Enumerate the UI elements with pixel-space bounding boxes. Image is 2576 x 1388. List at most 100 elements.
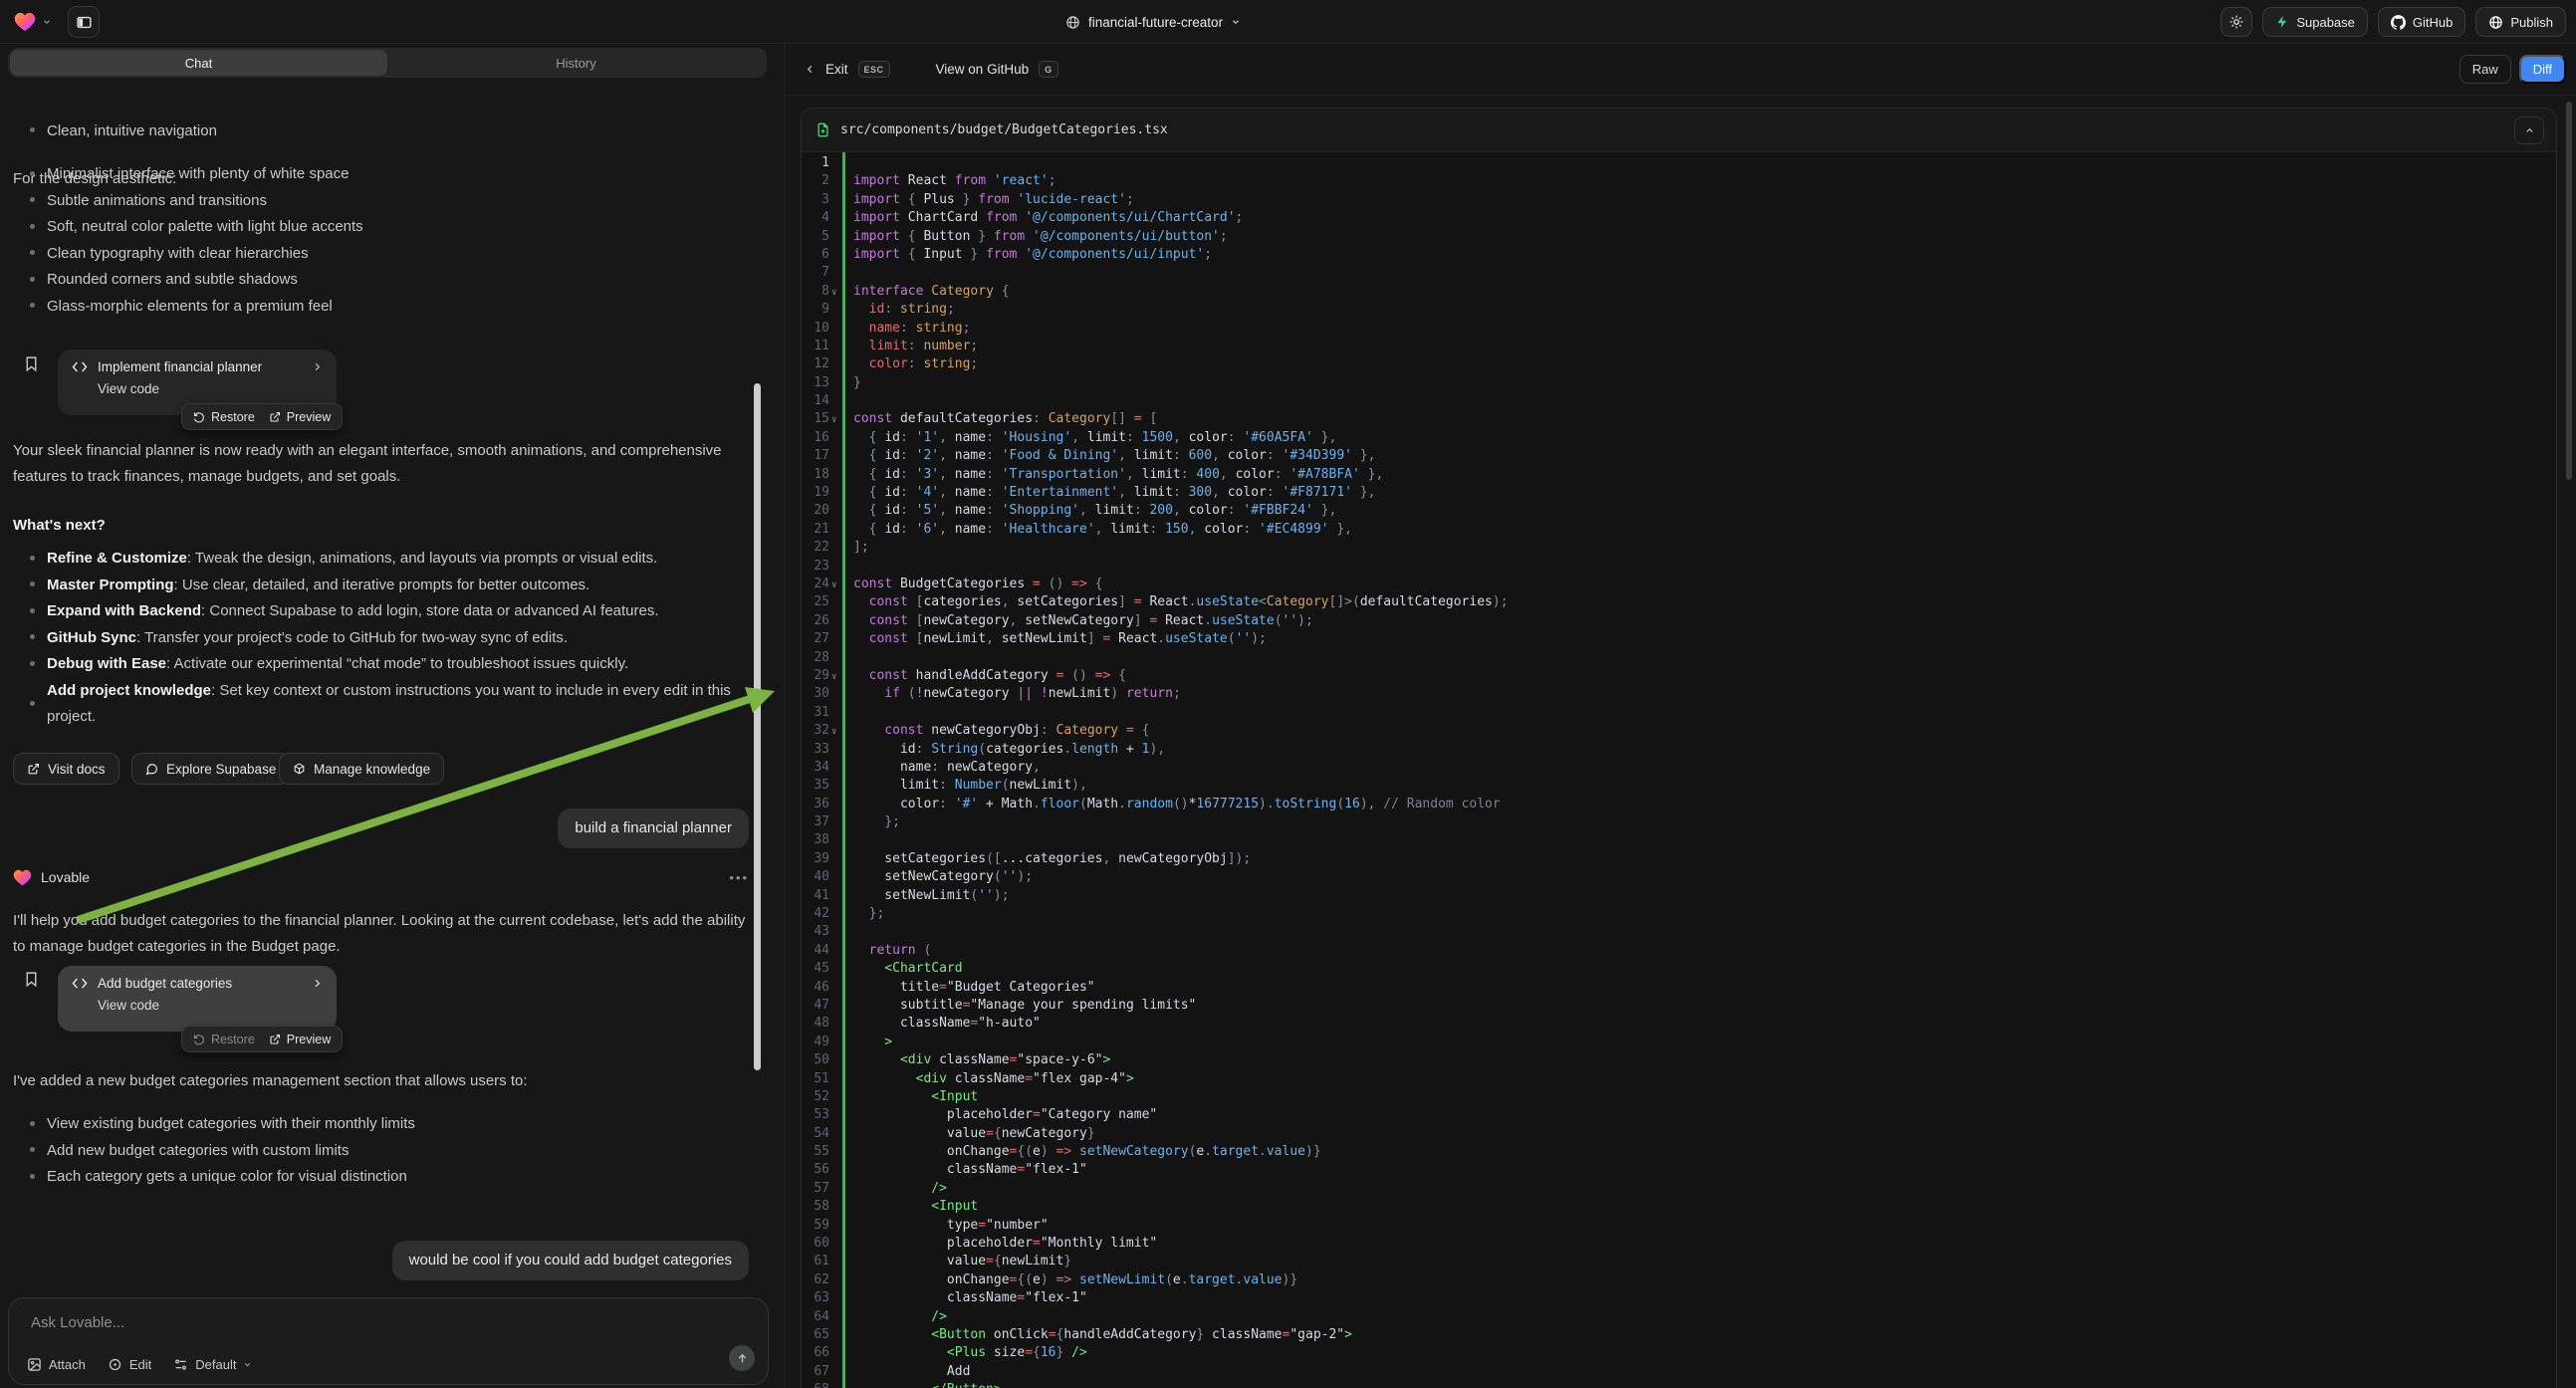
bullet-dot xyxy=(30,303,35,308)
line-number: 31 xyxy=(802,704,829,722)
line-number: 14 xyxy=(802,392,829,410)
code-line: 66 <Plus size={16} /> xyxy=(802,1344,2556,1362)
bullet-dot xyxy=(30,701,35,706)
bullet-text: Master Prompting: Use clear, detailed, a… xyxy=(47,573,589,599)
github-button[interactable]: GitHub xyxy=(2378,7,2465,37)
restore-label: Restore xyxy=(211,1033,255,1046)
model-select[interactable]: Default xyxy=(173,1357,252,1372)
line-number: 68 xyxy=(802,1381,829,1388)
code-scrollbar[interactable] xyxy=(2566,102,2572,480)
preview-button[interactable]: Preview xyxy=(269,410,331,424)
assistant-added-summary: I've added a new budget categories manag… xyxy=(13,1068,758,1094)
code-line: 53 placeholder="Category name" xyxy=(802,1106,2556,1124)
line-number: 6 xyxy=(802,246,829,264)
toggle-sidebar-button[interactable] xyxy=(68,6,100,38)
attach-label: Attach xyxy=(49,1357,86,1372)
line-number: 65 xyxy=(802,1326,829,1344)
chevron-down-icon xyxy=(243,1360,252,1369)
raw-toggle-button[interactable]: Raw xyxy=(2459,55,2511,84)
bullet-dot xyxy=(30,171,35,176)
code-line: 52 <Input xyxy=(802,1088,2556,1106)
line-number: 10 xyxy=(802,320,829,338)
supabase-button[interactable]: Supabase xyxy=(2262,7,2368,37)
file-header-row[interactable]: src/components/budget/BudgetCategories.t… xyxy=(802,109,2556,152)
bullet-dot xyxy=(30,1147,35,1152)
line-number: 59 xyxy=(802,1217,829,1235)
line-number: 8 xyxy=(802,283,829,301)
version-card-add-budget-categories[interactable]: Add budget categories View code xyxy=(58,966,337,1032)
fold-chevron-icon[interactable]: ∨ xyxy=(831,577,836,594)
chat-bubble-icon xyxy=(145,763,158,776)
chevron-up-icon xyxy=(2524,125,2535,136)
list-item: GitHub Sync: Transfer your project's cod… xyxy=(0,625,767,652)
line-number: 18 xyxy=(802,466,829,484)
code-line: 7 xyxy=(802,264,2556,282)
code-lines[interactable]: 12import React from 'react';3import { Pl… xyxy=(802,152,2556,1388)
lovable-logo-icon[interactable] xyxy=(14,12,36,32)
model-label: Default xyxy=(195,1357,236,1372)
explore-supabase-button[interactable]: Explore Supabase xyxy=(131,753,290,785)
project-switcher[interactable]: financial-future-creator xyxy=(1065,0,1241,44)
chevron-left-icon xyxy=(805,64,816,75)
diff-toggle-button[interactable]: Diff xyxy=(2519,55,2566,84)
manage-knowledge-button[interactable]: Manage knowledge xyxy=(279,753,444,785)
attach-button[interactable]: Attach xyxy=(27,1357,86,1372)
arrow-up-icon xyxy=(736,1352,749,1365)
code-line: 22]; xyxy=(802,539,2556,557)
code-line: 3import { Plus } from 'lucide-react'; xyxy=(802,191,2556,209)
preview-button[interactable]: Preview xyxy=(269,1033,331,1046)
external-link-icon xyxy=(269,1034,281,1045)
fold-chevron-icon[interactable]: ∨ xyxy=(831,411,836,429)
restore-button[interactable]: Restore xyxy=(193,1033,255,1046)
code-line: 49 > xyxy=(802,1034,2556,1051)
bookmark-icon[interactable] xyxy=(23,970,40,989)
edit-label: Edit xyxy=(129,1357,151,1372)
code-line: 60 placeholder="Monthly limit" xyxy=(802,1235,2556,1253)
bookmark-icon[interactable] xyxy=(23,354,40,373)
line-number: 1 xyxy=(802,154,829,172)
fold-chevron-icon[interactable]: ∨ xyxy=(831,668,836,686)
bullet-text: Soft, neutral color palette with light b… xyxy=(47,214,363,241)
workspace-chevron-down-icon[interactable] xyxy=(42,17,52,27)
code-line: 6import { Input } from '@/components/ui/… xyxy=(802,246,2556,264)
list-item: Expand with Backend: Connect Supabase to… xyxy=(0,598,767,625)
image-icon xyxy=(27,1357,42,1372)
fold-chevron-icon[interactable]: ∨ xyxy=(831,723,836,741)
view-code-link[interactable]: View code xyxy=(98,998,323,1013)
fold-chevron-icon[interactable]: ∨ xyxy=(831,284,836,302)
line-number: 38 xyxy=(802,831,829,849)
list-item: Soft, neutral color palette with light b… xyxy=(0,214,767,241)
edit-mode-button[interactable]: Edit xyxy=(108,1357,151,1372)
bullet-text: Rounded corners and subtle shadows xyxy=(47,267,298,294)
tab-chat[interactable]: Chat xyxy=(10,50,387,76)
line-number: 28 xyxy=(802,649,829,667)
view-on-github-button[interactable]: View on GitHub xyxy=(936,62,1030,77)
prompt-placeholder: Ask Lovable... xyxy=(31,1314,124,1331)
tab-history[interactable]: History xyxy=(387,50,765,76)
prompt-input-box[interactable]: Ask Lovable... Attach Edit xyxy=(8,1297,769,1385)
message-menu-button[interactable]: ••• xyxy=(729,870,749,885)
bullet-dot xyxy=(30,634,35,639)
list-item: Clean, intuitive navigation xyxy=(0,122,217,139)
visit-docs-button[interactable]: Visit docs xyxy=(13,753,119,785)
chat-scrollbar[interactable] xyxy=(754,383,761,1070)
bullet-dot xyxy=(30,127,35,132)
code-line: 64 /> xyxy=(802,1308,2556,1326)
added-bullets: View existing budget categories with the… xyxy=(0,1111,767,1191)
collapse-file-button[interactable] xyxy=(2514,116,2544,144)
send-button[interactable] xyxy=(729,1345,755,1371)
line-number: 5 xyxy=(802,228,829,246)
exit-button[interactable]: Exit xyxy=(825,62,848,77)
code-line: 10 name: string; xyxy=(802,320,2556,338)
gear-icon xyxy=(2228,14,2244,30)
settings-button[interactable] xyxy=(2221,7,2252,37)
view-code-link[interactable]: View code xyxy=(98,381,323,396)
external-link-icon xyxy=(269,411,281,423)
code-line: 61 value={newLimit} xyxy=(802,1253,2556,1271)
publish-button[interactable]: Publish xyxy=(2475,7,2566,37)
restore-button[interactable]: Restore xyxy=(193,410,255,424)
line-number: 19 xyxy=(802,484,829,502)
bullet-text: Clean, intuitive navigation xyxy=(47,122,217,139)
app-window: financial-future-creator Supabase xyxy=(0,0,2576,1388)
code-line: 37 }; xyxy=(802,813,2556,831)
